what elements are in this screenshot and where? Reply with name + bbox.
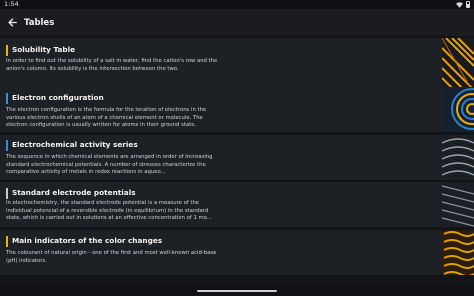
card-artwork [442,182,474,227]
card-title: Solubility Table [6,45,75,56]
card-artwork [442,230,474,275]
card-artwork [442,87,474,132]
card-description: The electron configuration is the formul… [6,107,207,129]
battery-icon [466,1,470,8]
card-description: In order to find out the solubility of a… [6,58,218,72]
card-artwork [442,135,474,180]
wifi-icon [456,1,463,8]
card-artwork [442,38,474,94]
card-title: Electrochemical activity series [6,140,138,151]
card-title: Main indicators of the color changes [6,236,162,247]
status-icons [456,1,470,8]
app-bar: Tables [0,9,474,36]
navigation-handle[interactable] [197,290,277,292]
card-description: The colourant of natural origin - one of… [6,250,217,264]
card-electrochemical-activity-series[interactable]: Electrochemical activity series The sequ… [0,135,474,180]
back-button[interactable] [4,15,20,31]
page-title: Tables [24,17,55,28]
arrow-left-icon [7,18,17,27]
status-time: 1:54 [4,0,19,8]
card-title: Electron configuration [6,93,104,104]
card-description: In electrochemistry, the standard electr… [6,200,212,222]
card-main-indicators-color-changes[interactable]: Main indicators of the color changes The… [0,230,474,275]
card-solubility-table[interactable]: Solubility Table In order to find out th… [0,38,474,94]
card-description: The sequence in which chemical elements … [6,154,213,176]
card-electron-configuration[interactable]: Electron configuration The electron conf… [0,87,474,132]
card-standard-electrode-potentials[interactable]: Standard electrode potentials In electro… [0,182,474,227]
card-title: Standard electrode potentials [6,188,136,199]
status-bar: 1:54 [0,0,474,9]
